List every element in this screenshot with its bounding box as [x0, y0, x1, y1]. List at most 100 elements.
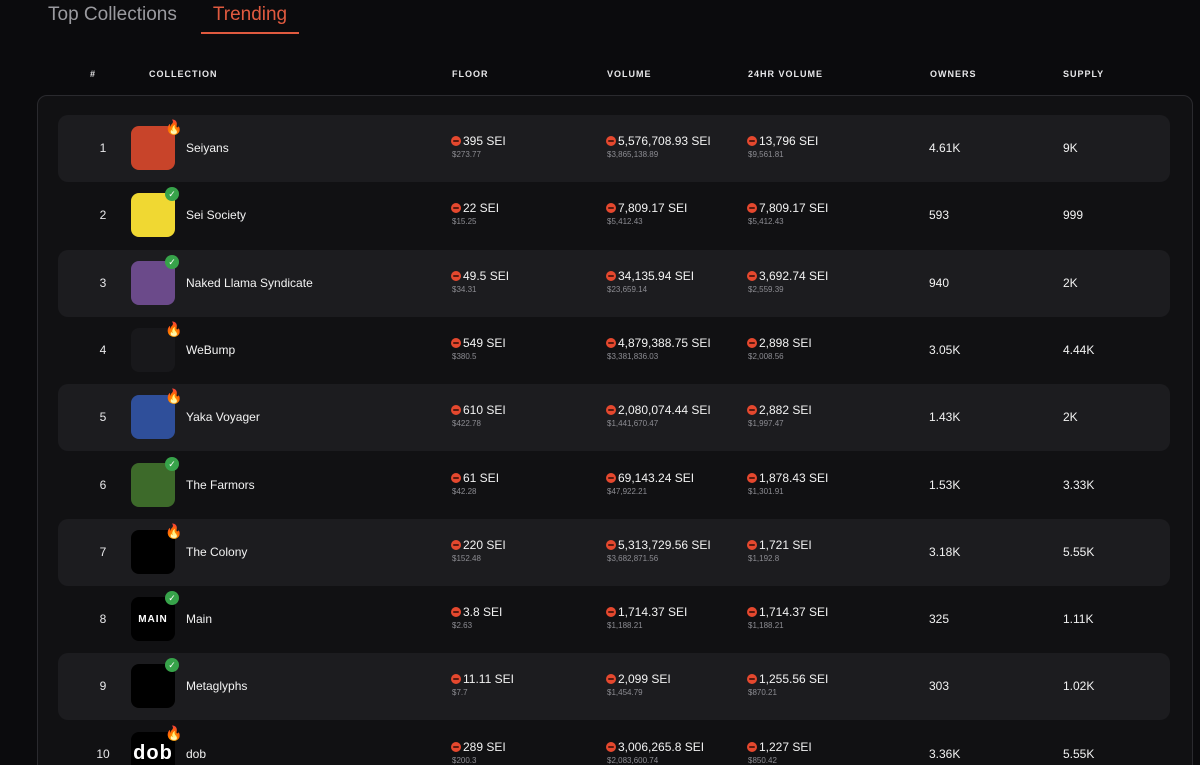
header-volume[interactable]: VOLUME — [607, 69, 652, 79]
table-row[interactable]: 7 🔥 The Colony 220 SEI $152.48 5,313,729.56 S… — [58, 518, 1170, 586]
collection-name[interactable]: Yaka Voyager — [186, 410, 260, 424]
supply-count: 1.02K — [1063, 679, 1095, 694]
table-row[interactable]: 6 ✓ The Farmors 61 SEI $42.28 69,143.24 SEI $4… — [58, 452, 1170, 519]
floor-sei: 220 SEI — [463, 537, 506, 552]
sei-token-icon — [451, 337, 461, 348]
volume: 2,080,074.44 SEI $1,441,670.47 — [606, 403, 711, 428]
floor-sei: 289 SEI — [463, 739, 506, 754]
volume-24hr-usd: $1,997.47 — [748, 419, 784, 429]
volume-24hr-usd: $870.21 — [748, 688, 777, 698]
volume-24hr-sei: 13,796 SEI — [759, 134, 819, 148]
owners-count: 325 — [929, 612, 950, 627]
verified-icon: ✓ — [165, 456, 179, 471]
volume-usd: $2,083,600.74 — [607, 755, 659, 765]
sei-token-icon — [451, 539, 461, 550]
volume-24hr: 1,255.56 SEI $870.21 — [747, 672, 828, 697]
volume-24hr-sei: 3,692.74 SEI — [759, 268, 829, 283]
table-row[interactable]: 5 🔥 Yaka Voyager 610 SEI $422.78 2,080,074.44… — [58, 384, 1170, 452]
sei-token-icon — [451, 270, 461, 281]
collection-name[interactable]: Metaglyphs — [186, 679, 247, 693]
supply-count: 1.11K — [1063, 612, 1094, 627]
collection-tabs: Top Collections Trending — [48, 0, 300, 36]
table-header: # COLLECTION FLOOR VOLUME 24HR VOLUME OW… — [0, 69, 1200, 83]
volume-24hr: 2,898 SEI $2,008.56 — [747, 336, 812, 361]
supply-count: 5.55K — [1063, 746, 1095, 761]
collection-name[interactable]: WeBump — [186, 343, 235, 357]
sei-token-icon — [747, 270, 757, 281]
owners-count: 1.53K — [929, 477, 961, 492]
sei-token-icon — [606, 741, 616, 752]
volume-24hr: 1,227 SEI $850.42 — [747, 740, 812, 765]
floor-usd: $380.5 — [452, 351, 477, 361]
floor-usd: $7.7 — [452, 688, 468, 698]
collection-name[interactable]: The Farmors — [186, 478, 255, 492]
sei-token-icon — [747, 674, 757, 685]
header-rank[interactable]: # — [90, 69, 96, 79]
owners-count: 3.05K — [929, 342, 961, 357]
volume-sei: 1,714.37 SEI — [618, 605, 688, 620]
sei-token-icon — [747, 337, 757, 348]
volume-24hr-sei: 2,898 SEI — [759, 335, 812, 350]
sei-token-icon — [451, 607, 461, 618]
header-collection[interactable]: COLLECTION — [149, 69, 218, 79]
floor-price: 11.11 SEI $7.7 — [451, 672, 514, 697]
table-row[interactable]: 1 🔥 Seiyans 395 SEI $273.77 5,576,708.93 SEI $… — [58, 115, 1170, 182]
volume-sei: 7,809.17 SEI — [618, 201, 688, 216]
volume: 5,313,729.56 SEI $3,682,871.56 — [606, 538, 711, 563]
tab-top-collections[interactable]: Top Collections — [48, 0, 189, 34]
tab-trending[interactable]: Trending — [200, 0, 300, 34]
header-owners[interactable]: OWNERS — [930, 69, 977, 79]
header-floor[interactable]: FLOOR — [452, 69, 489, 79]
sei-token-icon — [606, 674, 616, 685]
fire-icon: 🔥 — [165, 388, 183, 405]
sei-token-icon — [747, 472, 757, 483]
volume-sei: 2,099 SEI — [618, 672, 671, 687]
sei-token-icon — [606, 270, 616, 281]
volume-24hr-usd: $1,301.91 — [748, 486, 784, 496]
sei-token-icon — [451, 136, 461, 146]
fire-icon: 🔥 — [165, 724, 183, 741]
table-row[interactable]: 8 MAIN ✓ Main 3.8 SEI $2.63 1,714.37 SEI $1,188… — [58, 586, 1170, 653]
volume-sei: 4,879,388.75 SEI — [618, 335, 711, 350]
supply-count: 3.33K — [1063, 477, 1095, 492]
supply-count: 9K — [1063, 141, 1078, 155]
volume-sei: 34,135.94 SEI — [618, 268, 695, 283]
floor-price: 610 SEI $422.78 — [451, 403, 506, 428]
table-row[interactable]: 2 ✓ Sei Society 22 SEI $15.25 7,809.17 SEI $5,… — [58, 182, 1170, 249]
table-row[interactable]: 10 dob 🔥 dob 289 SEI $200.3 3,006,265.8 SEI $2,… — [58, 721, 1170, 765]
floor-usd: $152.48 — [452, 553, 481, 563]
volume: 4,879,388.75 SEI $3,381,836.03 — [606, 336, 711, 361]
header-24hr-volume[interactable]: 24HR VOLUME — [748, 69, 823, 79]
owners-count: 3.36K — [929, 746, 961, 761]
collection-name[interactable]: The Colony — [186, 545, 247, 559]
volume-sei: 2,080,074.44 SEI — [618, 403, 711, 418]
volume-sei: 5,576,708.93 SEI — [618, 134, 711, 148]
table-row[interactable]: 3 ✓ Naked Llama Syndicate 49.5 SEI $34.31 34,… — [58, 249, 1170, 317]
collection-name[interactable]: Sei Society — [186, 208, 246, 222]
verified-icon: ✓ — [165, 591, 179, 606]
floor-price: 3.8 SEI $2.63 — [451, 605, 502, 630]
volume-24hr: 1,721 SEI $1,192.8 — [747, 538, 812, 563]
table-row[interactable]: 4 🔥 WeBump 549 SEI $380.5 4,879,388.75 SEI $3,… — [58, 317, 1170, 384]
volume: 7,809.17 SEI $5,412.43 — [606, 201, 687, 226]
header-supply[interactable]: SUPPLY — [1063, 69, 1104, 79]
floor-sei: 22 SEI — [463, 201, 500, 216]
volume: 69,143.24 SEI $47,922.21 — [606, 471, 694, 496]
sei-token-icon — [451, 674, 461, 685]
volume-24hr: 13,796 SEI $9,561.81 — [747, 134, 818, 159]
sei-token-icon — [451, 472, 461, 483]
collection-name[interactable]: dob — [186, 747, 206, 761]
collection-name[interactable]: Main — [186, 612, 212, 626]
owners-count: 593 — [929, 208, 950, 223]
volume-usd: $23,659.14 — [607, 284, 648, 294]
volume: 1,714.37 SEI $1,188.21 — [606, 605, 687, 630]
collection-name[interactable]: Seiyans — [186, 141, 229, 155]
sei-token-icon — [606, 203, 616, 214]
floor-usd: $422.78 — [452, 419, 481, 429]
volume-usd: $5,412.43 — [607, 217, 643, 227]
volume-usd: $1,441,670.47 — [607, 419, 659, 429]
collection-name[interactable]: Naked Llama Syndicate — [186, 276, 313, 290]
floor-sei: 549 SEI — [463, 335, 506, 350]
volume-sei: 5,313,729.56 SEI — [618, 537, 711, 552]
table-row[interactable]: 9 ✓ Metaglyphs 11.11 SEI $7.7 2,099 SEI $1,454… — [58, 653, 1170, 721]
